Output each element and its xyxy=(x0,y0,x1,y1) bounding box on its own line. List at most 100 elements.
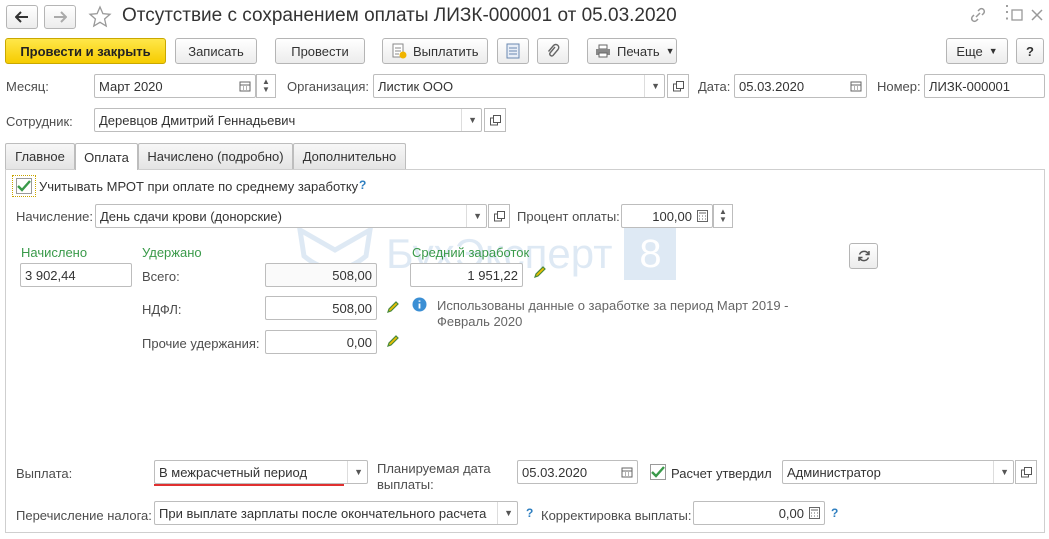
dropdown-arrow-icon[interactable]: ▼ xyxy=(347,461,363,483)
accrued-field[interactable]: 3 902,44 xyxy=(20,263,132,287)
help-button[interactable]: ? xyxy=(1016,38,1044,64)
approved-label[interactable]: Расчет утвердил xyxy=(671,466,772,481)
calendar-icon[interactable] xyxy=(850,80,862,92)
total-label: Всего: xyxy=(142,269,180,284)
dropdown-arrow-icon[interactable]: ▼ xyxy=(466,205,482,227)
percent-field[interactable]: 100,00 xyxy=(621,204,713,228)
approved-checkbox[interactable] xyxy=(650,464,666,480)
back-button[interactable] xyxy=(6,5,38,29)
dropdown-arrow-icon[interactable]: ▼ xyxy=(993,461,1009,483)
percent-stepper[interactable]: ▲ ▼ xyxy=(713,204,733,228)
stepper-down-icon[interactable]: ▼ xyxy=(262,86,270,94)
open-window-icon xyxy=(489,114,501,125)
arrow-right-icon xyxy=(54,11,67,23)
ndfl-value: 508,00 xyxy=(332,300,372,316)
chevron-down-icon: ▼ xyxy=(988,46,998,56)
post-and-close-button[interactable]: Провести и закрыть xyxy=(5,38,166,64)
ndfl-field[interactable]: 508,00 xyxy=(265,296,377,320)
mrot-help-icon[interactable]: ? xyxy=(359,178,366,192)
mrot-label[interactable]: Учитывать МРОТ при оплате по среднему за… xyxy=(39,179,358,194)
forward-button[interactable] xyxy=(44,5,76,29)
accrual-value: День сдачи крови (донорские) xyxy=(100,208,282,224)
stepper-down-icon[interactable]: ▼ xyxy=(719,216,727,224)
accrual-label: Начисление: xyxy=(16,209,93,224)
tab-main[interactable]: Главное xyxy=(5,143,75,169)
accrual-open-button[interactable] xyxy=(488,204,510,228)
average-earnings-field[interactable]: 1 951,22 xyxy=(410,263,523,287)
tax-transfer-field[interactable]: При выплате зарплаты после окончательног… xyxy=(154,501,518,525)
dropdown-arrow-icon[interactable]: ▼ xyxy=(461,109,477,131)
pay-button-label: Выплатить xyxy=(413,43,479,59)
tab-accrued-detailed[interactable]: Начислено (подробно) xyxy=(138,143,293,169)
dropdown-arrow-icon[interactable]: ▼ xyxy=(497,502,513,524)
tax-transfer-help-icon[interactable]: ? xyxy=(526,506,533,520)
payout-label: Выплата: xyxy=(16,466,73,481)
percent-value: 100,00 xyxy=(652,208,692,224)
mrot-checkbox[interactable] xyxy=(16,178,32,194)
planned-date-value: 05.03.2020 xyxy=(522,464,588,480)
employee-open-button[interactable] xyxy=(484,108,506,132)
average-earnings-header: Средний заработок xyxy=(412,245,530,260)
refresh-button[interactable] xyxy=(849,243,878,269)
correction-field[interactable]: 0,00 xyxy=(693,501,825,525)
post-button[interactable]: Провести xyxy=(275,38,365,64)
maximize-icon[interactable] xyxy=(1011,9,1023,21)
correction-help-icon[interactable]: ? xyxy=(831,506,838,520)
arrow-left-icon xyxy=(15,11,28,23)
approver-value: Администратор xyxy=(787,464,881,480)
link-icon[interactable] xyxy=(970,7,986,23)
tab-payment[interactable]: Оплата xyxy=(75,143,138,170)
organization-value: Листик ООО xyxy=(378,78,454,94)
number-label: Номер: xyxy=(877,79,921,94)
payout-field[interactable]: В межрасчетный период ▼ xyxy=(154,460,368,484)
attach-button[interactable] xyxy=(537,38,569,64)
calculator-icon[interactable] xyxy=(697,210,708,222)
payout-value: В межрасчетный период xyxy=(159,464,308,480)
accrual-field[interactable]: День сдачи крови (донорские) ▼ xyxy=(95,204,487,228)
other-deductions-edit-pencil-icon[interactable] xyxy=(386,334,400,348)
approver-open-button[interactable] xyxy=(1015,460,1037,484)
calendar-icon[interactable] xyxy=(621,466,633,478)
open-window-icon xyxy=(1020,466,1032,477)
total-field: 508,00 xyxy=(265,263,377,287)
journal-button[interactable] xyxy=(497,38,529,64)
tab-additional[interactable]: Дополнительно xyxy=(293,143,406,169)
employee-value: Деревцов Дмитрий Геннадьевич xyxy=(99,112,296,128)
save-button[interactable]: Записать xyxy=(175,38,257,64)
paperclip-icon xyxy=(547,43,560,57)
calculator-icon[interactable] xyxy=(809,507,820,519)
month-value: Март 2020 xyxy=(99,78,163,94)
dropdown-arrow-icon[interactable]: ▼ xyxy=(644,75,660,97)
star-icon[interactable] xyxy=(88,5,112,29)
list-icon xyxy=(506,43,520,59)
organization-open-button[interactable] xyxy=(667,74,689,98)
close-icon[interactable] xyxy=(1031,9,1043,21)
print-button[interactable]: Печать ▼ xyxy=(587,38,677,64)
average-earnings-edit-pencil-icon[interactable] xyxy=(533,265,547,279)
ndfl-edit-pencil-icon[interactable] xyxy=(386,300,400,314)
info-icon xyxy=(412,297,427,312)
date-label: Дата: xyxy=(698,79,731,94)
calendar-icon[interactable] xyxy=(239,80,251,92)
approver-field[interactable]: Администратор ▼ xyxy=(782,460,1014,484)
month-stepper[interactable]: ▲ ▼ xyxy=(256,74,276,98)
payout-highlight-underline xyxy=(154,484,344,486)
open-window-icon xyxy=(493,210,505,221)
planned-date-field[interactable]: 05.03.2020 xyxy=(517,460,638,484)
average-earnings-value: 1 951,22 xyxy=(467,267,518,283)
date-field[interactable]: 05.03.2020 xyxy=(734,74,867,98)
employee-field[interactable]: Деревцов Дмитрий Геннадьевич ▼ xyxy=(94,108,482,132)
checkmark-icon xyxy=(651,466,665,478)
pay-button[interactable]: Выплатить xyxy=(382,38,488,64)
tax-transfer-value: При выплате зарплаты после окончательног… xyxy=(159,505,487,521)
correction-value: 0,00 xyxy=(778,505,804,521)
more-button[interactable]: Еще ▼ xyxy=(946,38,1008,64)
withheld-header: Удержано xyxy=(142,245,202,260)
window-title: Отсутствие с сохранением оплаты ЛИЗК-000… xyxy=(122,5,677,26)
planned-date-label: Планируемая дата выплаты: xyxy=(377,461,491,492)
tax-transfer-label: Перечисление налога: xyxy=(16,508,152,523)
number-field[interactable]: ЛИЗК-000001 xyxy=(924,74,1045,98)
organization-field[interactable]: Листик ООО ▼ xyxy=(373,74,665,98)
month-field[interactable]: Март 2020 xyxy=(94,74,256,98)
other-deductions-field[interactable]: 0,00 xyxy=(265,330,377,354)
